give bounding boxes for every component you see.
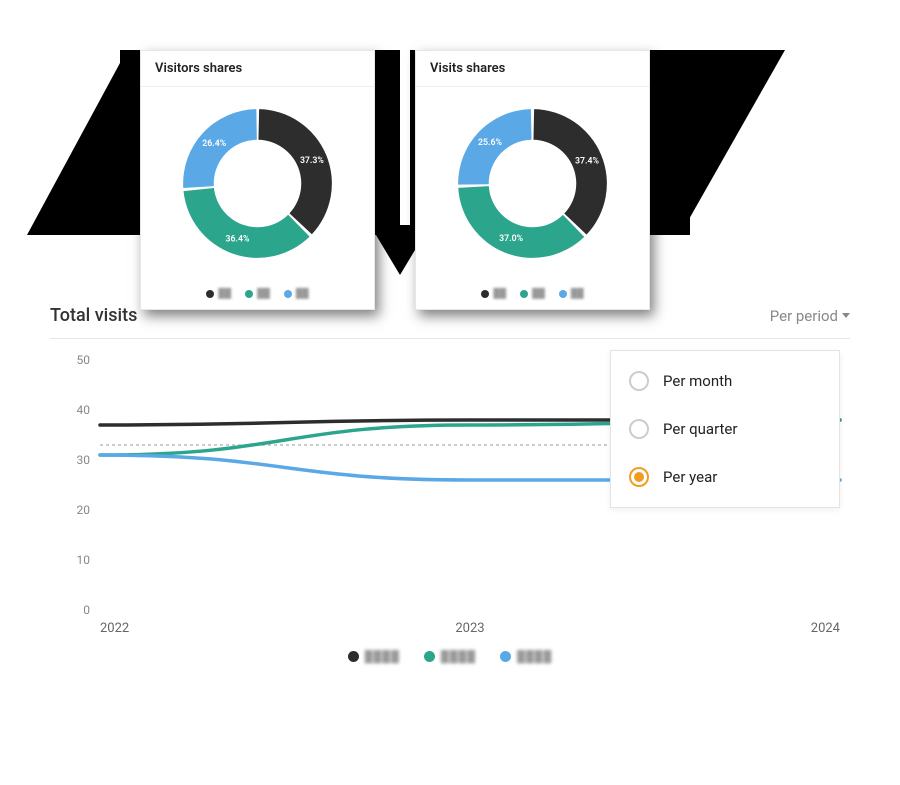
x-tick-label: 2024 (811, 621, 841, 636)
line-section-header: Total visits Per period (50, 305, 850, 339)
period-option-label: Per year (663, 468, 717, 486)
donut-chart: 37.4% 37.0% 25.6% (445, 96, 620, 271)
donut-slice-label: 37.4% (575, 156, 599, 166)
y-tick-label: 10 (77, 553, 91, 567)
legend-item: ██ (520, 288, 545, 299)
donut-slice (258, 109, 331, 234)
y-tick-label: 20 (77, 503, 91, 517)
donut-slice (458, 186, 584, 258)
legend-label: ██ (571, 288, 584, 299)
donut-slice (533, 109, 606, 234)
x-tick-label: 2022 (100, 621, 129, 636)
legend-dot-icon (500, 651, 511, 662)
donut-body: 37.3% 36.4% 26.4% (141, 87, 374, 280)
donut-slice (184, 188, 310, 258)
line-chart-legend: ████ ████ ████ (0, 650, 900, 663)
legend-item: ██ (284, 288, 309, 299)
donut-slice-label: 37.3% (300, 156, 324, 166)
legend-label: ████ (365, 650, 400, 663)
legend-label: ████ (441, 650, 476, 663)
x-tick-label: 2023 (455, 621, 484, 636)
period-option[interactable]: Per quarter (611, 405, 839, 453)
legend-label: ██ (218, 288, 231, 299)
donut-slice-label: 37.0% (499, 234, 523, 244)
radio-icon (629, 371, 649, 391)
y-tick-label: 50 (77, 353, 91, 367)
period-option[interactable]: Per month (611, 357, 839, 405)
legend-label: ██ (532, 288, 545, 299)
legend-label: ██ (493, 288, 506, 299)
donut-title: Visits shares (416, 51, 649, 87)
triangle-shadow (27, 50, 127, 235)
period-option-label: Per quarter (663, 420, 737, 438)
legend-dot-icon (481, 290, 489, 298)
donut-card-visitors: Visitors shares 37.3% 36.4% 26.4% ██ ██ ██ (140, 50, 375, 310)
period-dropdown-panel: Per month Per quarter Per year (610, 350, 840, 508)
period-option[interactable]: Per year (611, 453, 839, 501)
legend-dot-icon (245, 290, 253, 298)
period-trigger-label: Per period (770, 307, 838, 325)
radio-icon (629, 467, 649, 487)
y-tick-label: 0 (83, 603, 90, 617)
y-tick-label: 40 (77, 403, 91, 417)
donut-slice-label: 26.4% (202, 139, 226, 149)
legend-dot-icon (559, 290, 567, 298)
line-section-title: Total visits (50, 305, 137, 326)
triangle-shadow (680, 50, 785, 235)
legend-item: ██ (245, 288, 270, 299)
legend-item: ██ (206, 288, 231, 299)
donut-slice-label: 36.4% (226, 235, 250, 245)
y-tick-label: 30 (77, 453, 91, 467)
donut-slice-label: 25.6% (478, 138, 502, 148)
legend-dot-icon (520, 290, 528, 298)
legend-dot-icon (206, 290, 214, 298)
legend-label: ██ (296, 288, 309, 299)
legend-item: ████ (500, 650, 552, 663)
radio-icon (629, 419, 649, 439)
donut-body: 37.4% 37.0% 25.6% (416, 87, 649, 280)
donut-chart: 37.3% 36.4% 26.4% (170, 96, 345, 271)
legend-label: ████ (517, 650, 552, 663)
legend-item: ████ (424, 650, 476, 663)
legend-dot-icon (284, 290, 292, 298)
legend-item: ██ (481, 288, 506, 299)
period-option-label: Per month (663, 372, 732, 390)
legend-label: ██ (257, 288, 270, 299)
caret-down-icon (842, 313, 850, 318)
donut-card-visits: Visits shares 37.4% 37.0% 25.6% ██ ██ ██ (415, 50, 650, 310)
legend-dot-icon (348, 651, 359, 662)
period-dropdown-trigger[interactable]: Per period (770, 307, 850, 325)
donut-title: Visitors shares (141, 51, 374, 87)
legend-item: ████ (348, 650, 400, 663)
legend-item: ██ (559, 288, 584, 299)
legend-dot-icon (424, 651, 435, 662)
top-charts-region: Visitors shares 37.3% 36.4% 26.4% ██ ██ ██ V… (0, 50, 900, 310)
